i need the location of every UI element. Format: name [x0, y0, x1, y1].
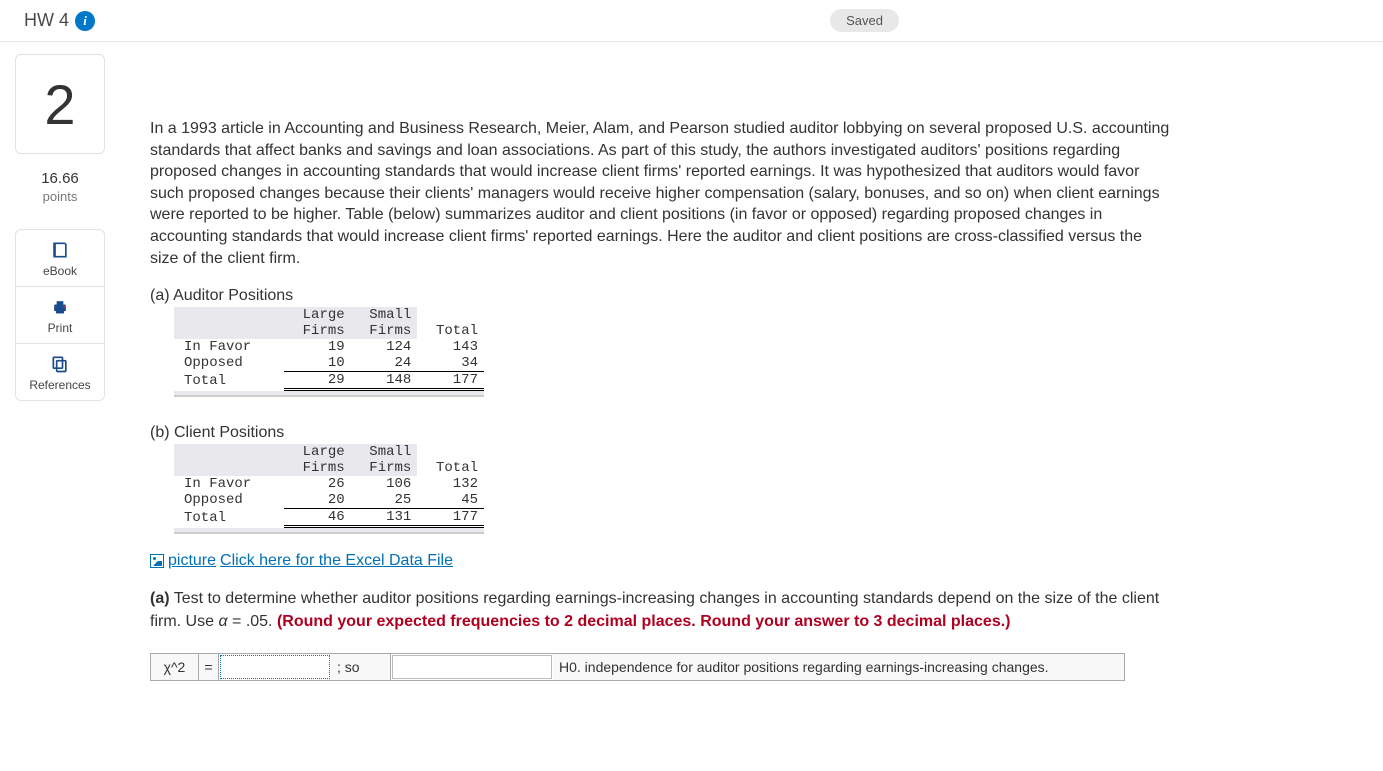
hypothesis-text: H0. independence for auditor positions r… [553, 654, 1124, 680]
print-button[interactable]: Print [16, 287, 104, 344]
points-label: points [41, 189, 79, 205]
ebook-label: eBook [43, 264, 77, 278]
table-row: In Favor 19 124 143 [174, 339, 484, 355]
book-icon [50, 240, 70, 260]
chi-square-input-wrap [220, 655, 330, 679]
broken-image-icon [150, 554, 164, 568]
decision-input-wrap [392, 655, 552, 679]
table-row: In Favor 26 106 132 [174, 476, 484, 492]
table-scrollbar [174, 391, 484, 397]
table-row: Opposed 10 24 34 [174, 355, 484, 372]
table-row: Total 46 131 177 [174, 509, 484, 527]
copy-icon [50, 354, 70, 374]
auditor-positions-table: LargeFirms SmallFirms Total In Favor 19 … [174, 307, 484, 391]
content: In a 1993 article in Accounting and Busi… [150, 54, 1210, 681]
so-label: ; so [331, 654, 391, 680]
save-status-pill: Saved [830, 9, 899, 32]
info-icon[interactable]: i [75, 11, 95, 31]
sidebar: 2 16.66 points eBook Print References [0, 54, 120, 681]
question-number: 2 [15, 54, 105, 154]
excel-data-link[interactable]: picture Click here for the Excel Data Fi… [150, 552, 453, 570]
link-text: Click here for the Excel Data File [220, 552, 453, 570]
top-bar: HW 4 i Saved [0, 0, 1383, 42]
chi-square-label: χ^2 [151, 654, 199, 680]
question-a-text: (a) Test to determine whether auditor po… [150, 588, 1170, 633]
equals-label: = [199, 654, 219, 680]
table-a-label: (a) Auditor Positions [150, 287, 1170, 305]
table-row: Opposed 20 25 45 [174, 492, 484, 509]
answer-row: χ^2 = ; so H0. independence for auditor … [150, 653, 1125, 681]
print-label: Print [48, 321, 73, 335]
references-button[interactable]: References [16, 344, 104, 400]
points-block: 16.66 points [41, 170, 79, 205]
ebook-button[interactable]: eBook [16, 230, 104, 287]
chi-square-input[interactable] [221, 656, 329, 678]
points-value: 16.66 [41, 170, 79, 189]
assignment-title-wrap: HW 4 i [24, 10, 95, 31]
side-tools: eBook Print References [15, 229, 105, 401]
client-positions-table: LargeFirms SmallFirms Total In Favor 26 … [174, 444, 484, 528]
decision-input[interactable] [393, 656, 551, 678]
link-alt: picture [168, 552, 216, 570]
assignment-title: HW 4 [24, 10, 69, 31]
table-row: Total 29 148 177 [174, 372, 484, 390]
intro-text: In a 1993 article in Accounting and Busi… [150, 118, 1170, 269]
printer-icon [50, 297, 70, 317]
references-label: References [29, 378, 90, 392]
table-b-label: (b) Client Positions [150, 424, 1170, 442]
